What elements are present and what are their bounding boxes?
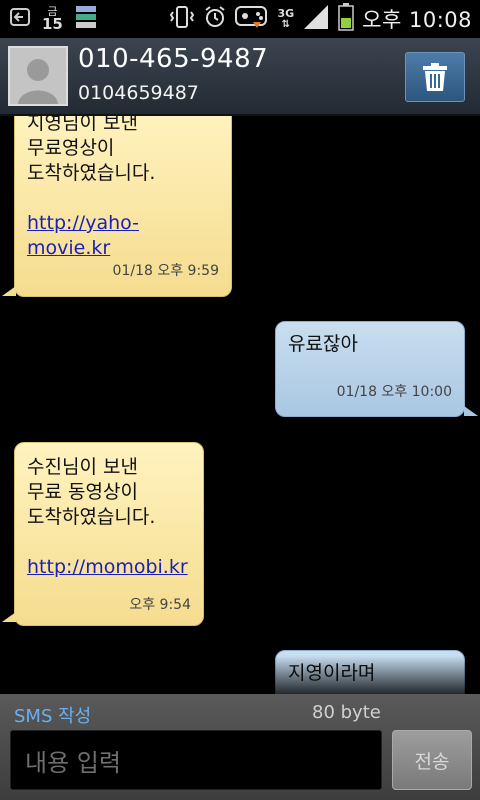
message-text-line: 무료영상이 bbox=[27, 137, 115, 159]
storage-icon bbox=[75, 5, 97, 33]
calendar-icon: 금 15 bbox=[42, 6, 63, 32]
send-button[interactable]: 전송 bbox=[392, 730, 472, 790]
message-text-line: 도착하였습니다. bbox=[27, 162, 156, 184]
alarm-icon bbox=[203, 5, 227, 33]
sms-compose-label: SMS 작성 bbox=[14, 706, 92, 727]
conversation-header: 010-465-9487 0104659487 bbox=[0, 38, 480, 116]
contact-title: 010-465-9487 bbox=[78, 44, 269, 74]
bubble-tail bbox=[464, 406, 478, 416]
battery-icon bbox=[338, 3, 354, 35]
message-composer: SMS 작성 80 byte 내용 입력 전송 bbox=[0, 694, 480, 800]
bubble-tail bbox=[2, 286, 16, 296]
message-bubble-incoming[interactable]: 지영님이 보낸 무료영상이 도착하였습니다. http://yaho-movie… bbox=[14, 116, 232, 297]
message-link[interactable]: http://yaho-movie.kr bbox=[27, 211, 219, 261]
message-bubble-incoming[interactable]: 수진님이 보낸 무료 동영상이 도착하였습니다. http://momobi.k… bbox=[14, 442, 204, 626]
byte-counter: 80 byte bbox=[312, 702, 381, 723]
message-text-line: 유료잖아 bbox=[288, 333, 358, 355]
message-text-line: 수진님이 보낸 bbox=[27, 456, 138, 478]
message-timestamp: 01/18 오후 9:59 bbox=[112, 263, 219, 279]
network-type-label: 3G bbox=[277, 6, 295, 20]
3g-icon: 3G ⇅ bbox=[277, 6, 295, 30]
message-bubble-outgoing[interactable]: 지영이라며 bbox=[275, 650, 465, 694]
message-input[interactable]: 내용 입력 bbox=[10, 730, 382, 790]
message-timestamp: 01/18 오후 10:00 bbox=[336, 384, 452, 400]
message-input-placeholder: 내용 입력 bbox=[25, 748, 121, 777]
bubble-tail bbox=[2, 612, 16, 622]
signal-icon bbox=[302, 4, 330, 34]
message-text-line: 무료 동영상이 bbox=[27, 481, 138, 503]
message-text-line: 지영님이 보낸 bbox=[27, 116, 138, 134]
vibrate-icon bbox=[169, 5, 195, 33]
trash-icon bbox=[423, 63, 447, 91]
message-text-line: 지영이라며 bbox=[288, 662, 376, 684]
game-icon bbox=[235, 4, 269, 34]
message-list[interactable]: 지영님이 보낸 무료영상이 도착하였습니다. http://yaho-movie… bbox=[0, 116, 480, 694]
back-notification-icon bbox=[10, 8, 30, 30]
calendar-day-number: 15 bbox=[42, 15, 63, 33]
message-timestamp: 오후 9:54 bbox=[129, 597, 191, 613]
contact-avatar[interactable] bbox=[8, 46, 68, 106]
message-bubble-outgoing[interactable]: 유료잖아 01/18 오후 10:00 bbox=[275, 321, 465, 417]
status-time: 오후 10:08 bbox=[362, 8, 472, 32]
delete-button[interactable] bbox=[405, 52, 465, 102]
status-bar: 금 15 3G ⇅ 오후 10:08 bbox=[0, 0, 480, 38]
contact-subtitle: 0104659487 bbox=[78, 82, 199, 104]
message-link[interactable]: http://momobi.kr bbox=[27, 555, 191, 580]
person-silhouette-icon bbox=[10, 48, 66, 104]
message-text-line: 도착하였습니다. bbox=[27, 506, 156, 528]
